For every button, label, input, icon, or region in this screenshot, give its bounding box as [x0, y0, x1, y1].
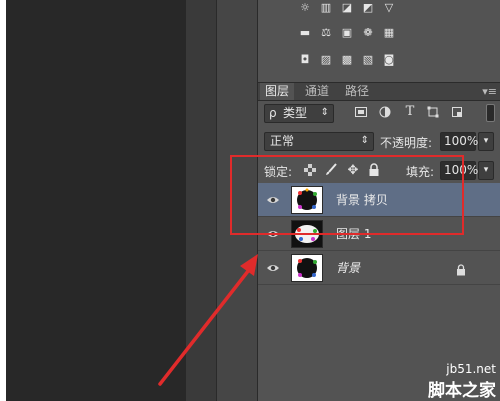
lock-icon: [456, 261, 466, 276]
hue-saturation-icon[interactable]: ▬: [298, 25, 312, 39]
tab-layers[interactable]: 图层: [260, 83, 295, 100]
channel-mixer-icon[interactable]: ▦: [382, 25, 396, 39]
watermark: jb51.net 脚本之家: [400, 360, 500, 401]
panel-menu-icon[interactable]: ▾≡: [482, 83, 497, 100]
layer-thumbnail: [291, 254, 323, 282]
filter-kind-value: 类型: [283, 106, 308, 120]
filter-pixel-icon[interactable]: [355, 106, 367, 118]
color-balance-icon[interactable]: ⚖: [319, 25, 333, 39]
select-arrow-icon: ⇕: [320, 107, 329, 118]
opacity-dropdown-button[interactable]: ▾: [478, 132, 494, 151]
levels-icon[interactable]: ▥: [319, 0, 333, 14]
filter-adjustment-icon[interactable]: [379, 106, 391, 118]
search-icon: ρ: [269, 106, 277, 120]
watermark-brand: 脚本之家: [428, 381, 496, 401]
adjustments-row-2: ▬ ⚖ ▣ ❁ ▦: [298, 25, 396, 39]
posterize-icon[interactable]: ▨: [319, 52, 333, 66]
select-arrow-icon: ⇕: [360, 135, 369, 146]
adjustments-row-3: ◘ ▨ ▩ ▧ ◙: [298, 52, 396, 66]
brightness-icon[interactable]: ☼: [298, 0, 312, 14]
opacity-value: 100%: [444, 134, 479, 148]
filter-shape-icon[interactable]: [427, 106, 439, 118]
layer-name[interactable]: 背景: [336, 259, 360, 276]
vibrance-icon[interactable]: ▽: [382, 0, 396, 14]
annotation-arrow-icon: [158, 254, 258, 386]
exposure-icon[interactable]: ◩: [361, 0, 375, 14]
curves-icon[interactable]: ◪: [340, 0, 354, 14]
layer-row[interactable]: 背景: [258, 251, 500, 285]
panel-tabs: 图层 通道 路径 ▾≡: [258, 82, 500, 101]
filter-kind-select[interactable]: ρ 类型 ⇕: [264, 104, 334, 123]
tab-paths[interactable]: 路径: [340, 83, 374, 100]
photo-filter-icon[interactable]: ❁: [361, 25, 375, 39]
filter-toggle[interactable]: [486, 104, 495, 122]
adjustments-row-1: ☼ ▥ ◪ ◩ ▽: [298, 0, 396, 14]
opacity-input[interactable]: 100%: [440, 132, 479, 151]
filter-smart-object-icon[interactable]: [451, 106, 463, 118]
selective-color-icon[interactable]: ◙: [382, 52, 396, 66]
fill-dropdown-button[interactable]: ▾: [478, 161, 494, 180]
invert-icon[interactable]: ◘: [298, 52, 312, 66]
opacity-label: 不透明度:: [380, 136, 433, 150]
gradient-map-icon[interactable]: ▧: [361, 52, 375, 66]
black-white-icon[interactable]: ▣: [340, 25, 354, 39]
tab-channels[interactable]: 通道: [300, 83, 334, 100]
watermark-site: jb51.net: [446, 362, 496, 376]
blend-mode-value: 正常: [270, 134, 295, 148]
filter-type-icon[interactable]: T: [403, 104, 417, 119]
annotation-highlight-box: [230, 155, 464, 235]
blend-mode-select[interactable]: 正常 ⇕: [264, 132, 374, 151]
threshold-icon[interactable]: ▩: [340, 52, 354, 66]
